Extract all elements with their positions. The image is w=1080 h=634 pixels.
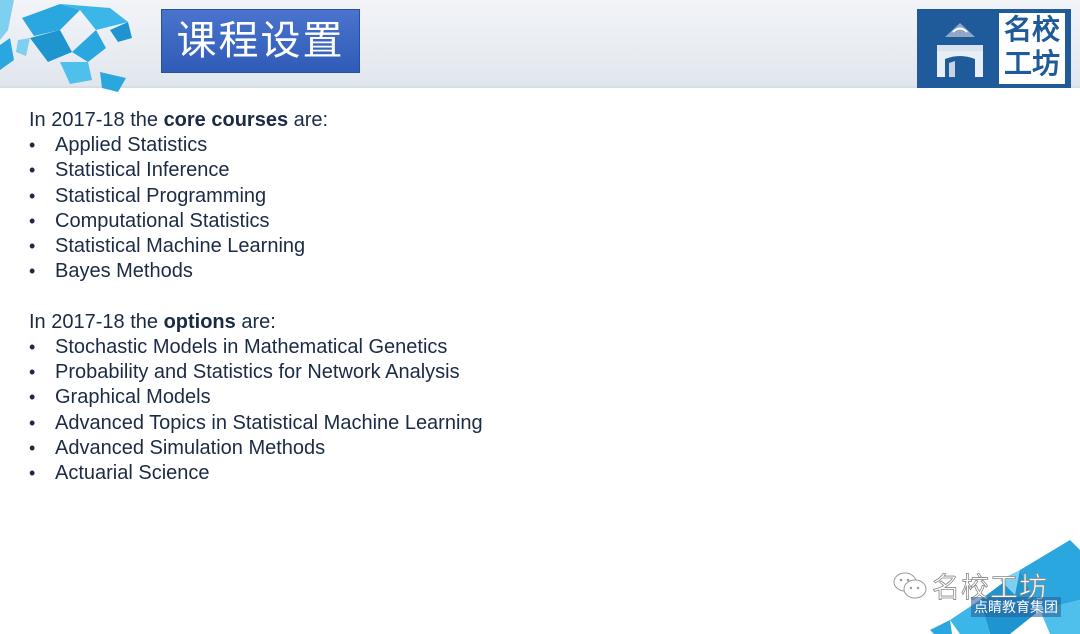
intro-bold-text: options: [163, 310, 236, 333]
list-item-text: Probability and Statistics for Network A…: [55, 361, 460, 384]
wechat-icon: [893, 572, 927, 599]
core-courses-list: • Applied Statistics • Statistical Inferen…: [29, 133, 483, 285]
intro-bold-text: core courses: [163, 109, 289, 131]
list-item-text: Stochastic Models in Mathematical Geneti…: [55, 335, 448, 358]
watermark-subtitle: 点睛教育集团: [971, 597, 1061, 617]
list-item: • Statistical Inference: [29, 158, 483, 183]
bullet-icon: •: [29, 437, 36, 458]
list-item-text: Statistical Inference: [55, 159, 230, 182]
bullet-icon: •: [29, 160, 36, 181]
bullet-icon: •: [29, 387, 36, 408]
bullet-icon: •: [29, 236, 36, 257]
intro-text: In 2017-18 the: [29, 310, 164, 333]
bullet-icon: •: [29, 336, 36, 357]
intro-text: are:: [288, 109, 329, 131]
list-item: • Bayes Methods: [29, 259, 483, 284]
list-item-text: Statistical Programming: [55, 184, 267, 207]
slide-title: 课程设置: [161, 9, 360, 73]
logo-text-line2: 工坊: [1003, 47, 1060, 80]
bullet-icon: •: [29, 185, 36, 206]
list-item: • Statistical Programming: [29, 184, 483, 209]
list-item-text: Computational Statistics: [55, 209, 270, 232]
list-item: • Actuarial Science: [29, 461, 483, 486]
intro-text: are:: [235, 310, 276, 333]
bullet-icon: •: [29, 261, 36, 282]
logo-text: 名校 工坊: [999, 13, 1065, 84]
logo-mark-icon: [937, 23, 983, 77]
list-item: • Advanced Simulation Methods: [29, 436, 483, 461]
list-item: • Graphical Models: [29, 385, 483, 410]
bullet-icon: •: [29, 412, 36, 433]
intro-text: In 2017-18 the: [29, 109, 164, 131]
list-item: • Applied Statistics: [29, 133, 483, 158]
world-map-decoration-icon: [0, 0, 132, 92]
list-item-text: Actuarial Science: [55, 462, 210, 485]
logo: 名校 工坊: [917, 9, 1071, 88]
list-item-text: Advanced Topics in Statistical Machine L…: [55, 411, 483, 434]
bullet-icon: •: [29, 135, 36, 155]
list-item: • Advanced Topics in Statistical Machine …: [29, 411, 483, 436]
list-item-text: Bayes Methods: [55, 260, 193, 283]
list-item-text: Applied Statistics: [55, 134, 208, 156]
slide-content: In 2017-18 the core courses are: • Applie…: [29, 108, 483, 487]
list-item-text: Advanced Simulation Methods: [55, 436, 326, 459]
logo-text-line1: 名校: [1003, 13, 1060, 46]
watermark: 名校工坊 点睛教育集团: [892, 566, 1072, 617]
list-item-text: Graphical Models: [55, 386, 211, 409]
list-item: • Probability and Statistics for Network …: [29, 360, 483, 385]
bullet-icon: •: [29, 210, 36, 231]
bullet-icon: •: [29, 463, 36, 484]
list-item: • Statistical Machine Learning: [29, 234, 483, 259]
core-courses-intro: In 2017-18 the core courses are:: [29, 108, 483, 133]
bullet-icon: •: [29, 362, 36, 383]
list-item-text: Statistical Machine Learning: [55, 235, 306, 258]
options-list: • Stochastic Models in Mathematical Genet…: [29, 335, 483, 487]
list-item: • Stochastic Models in Mathematical Genet…: [29, 335, 483, 360]
list-item: • Computational Statistics: [29, 209, 483, 234]
options-intro: In 2017-18 the options are:: [29, 310, 483, 335]
